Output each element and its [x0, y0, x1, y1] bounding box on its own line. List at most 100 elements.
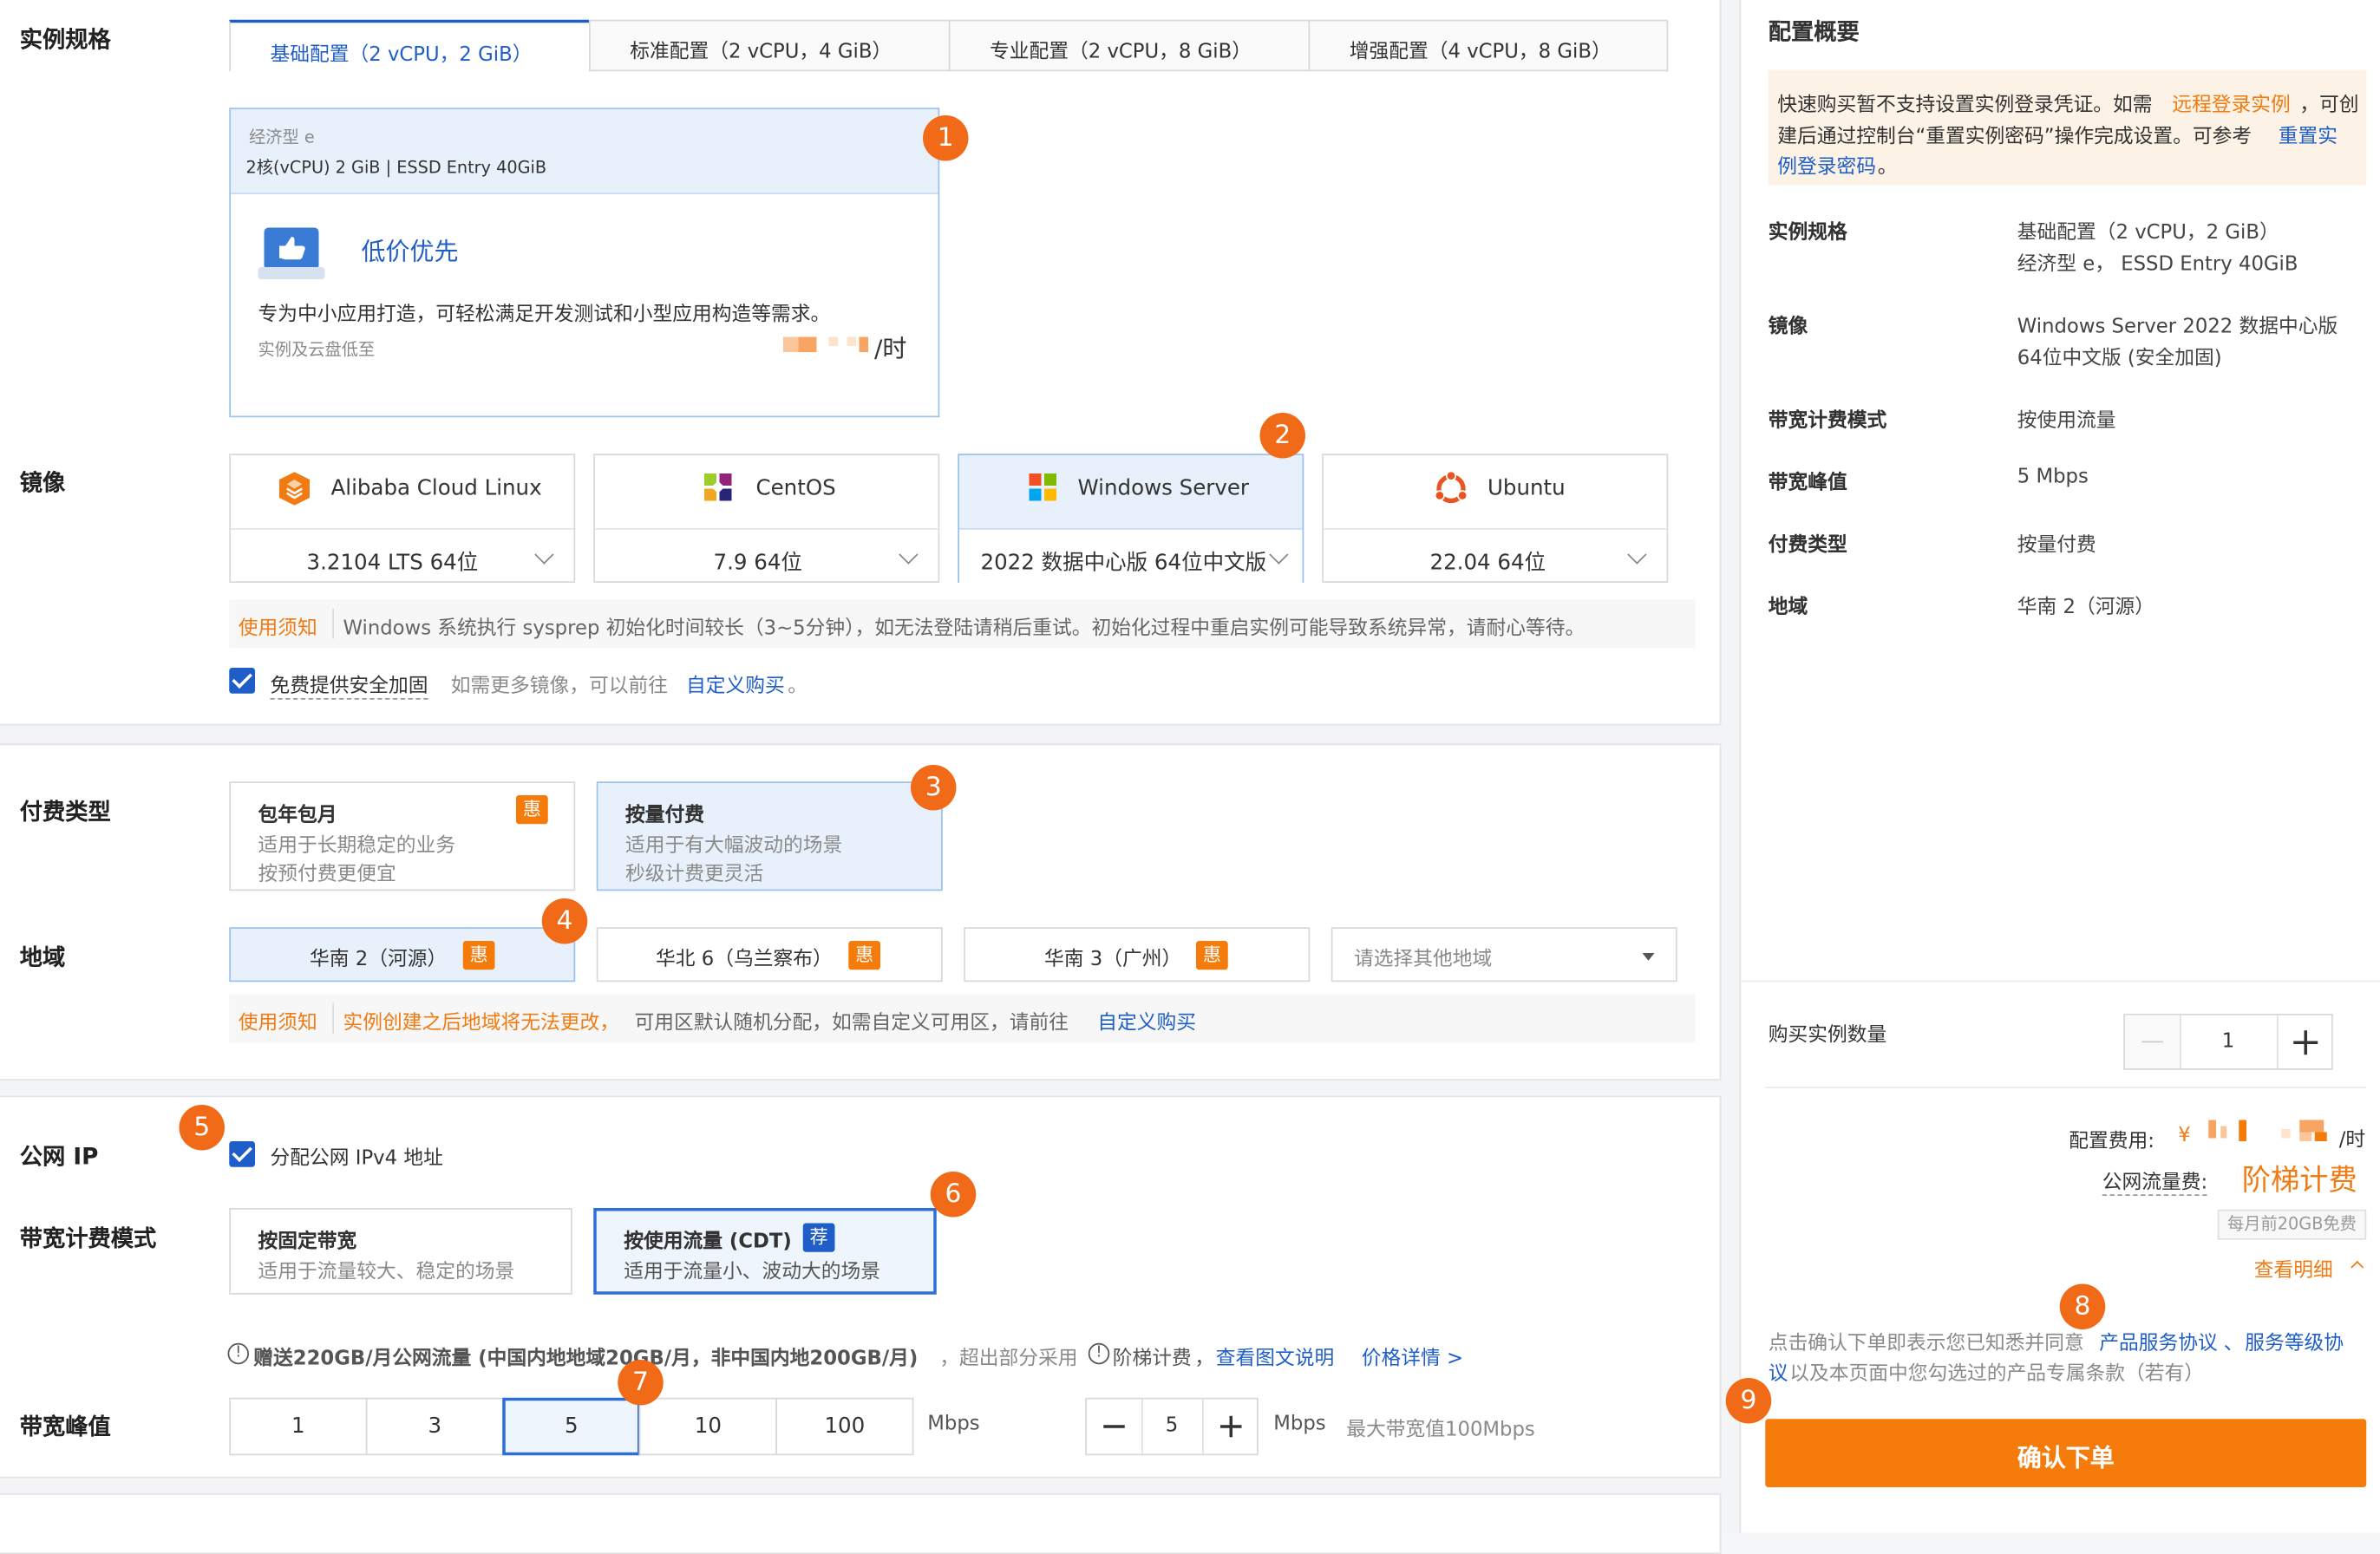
tab-professional[interactable]: 专业配置（2 vCPU，8 GiB）: [949, 20, 1311, 72]
region-name: 华南 3（广州）: [1044, 943, 1181, 971]
centos-icon: [702, 471, 736, 505]
region-option-guangzhou[interactable]: 华南 3（广州） 惠: [964, 927, 1310, 982]
tab-enhanced[interactable]: 增强配置（4 vCPU，8 GiB）: [1309, 20, 1669, 72]
step-marker-3: 3: [911, 765, 957, 811]
blurred-price: [783, 337, 868, 353]
traffic-fee-value: 阶梯计费: [2242, 1158, 2357, 1198]
recommend-badge: 荐: [803, 1224, 835, 1252]
custom-purchase-link[interactable]: 自定义购买: [1097, 1006, 1196, 1035]
caret-down-icon[interactable]: [1643, 953, 1655, 961]
notice-tag: 使用须知: [239, 611, 317, 640]
region-placeholder: 请选择其他地域: [1354, 943, 1492, 971]
bw-mode-title: 按使用流量 (CDT): [624, 1224, 792, 1253]
next-panel: [0, 1493, 1722, 1554]
peak-option-3[interactable]: 3: [366, 1398, 504, 1456]
peak-stepper-value[interactable]: 5: [1141, 1414, 1202, 1437]
step-marker-7: 7: [618, 1360, 664, 1406]
billing-pay-as-you-go[interactable]: 按量付费 适用于有大幅波动的场景 秒级计费更灵活: [597, 781, 943, 891]
spec-card-unit: /时: [874, 328, 906, 364]
image-version-select[interactable]: 2022 数据中心版 64位中文版: [981, 546, 1267, 577]
billing-subscription[interactable]: 包年包月 适用于长期稳定的业务 按预付费更便宜 惠: [229, 781, 575, 891]
peak-option-10[interactable]: 10: [639, 1398, 777, 1456]
security-checkbox[interactable]: [229, 668, 255, 694]
spec-card-note: 实例及云盘低至: [258, 337, 376, 362]
discount-badge: 惠: [1196, 941, 1228, 970]
plus-button[interactable]: [1202, 1400, 1259, 1454]
image-version-select[interactable]: 22.04 64位: [1430, 546, 1546, 577]
peak-stepper[interactable]: 5: [1085, 1398, 1259, 1456]
peak-value: 100: [777, 1414, 912, 1439]
sla-link-2[interactable]: 议: [1769, 1357, 1788, 1386]
discount-badge: 惠: [516, 795, 548, 824]
image-version-select[interactable]: 3.2104 LTS 64位: [307, 546, 479, 577]
chevron-down-icon[interactable]: [1627, 545, 1646, 564]
peak-option-1[interactable]: 1: [229, 1398, 367, 1456]
confirm-order-label: 确认下单: [1765, 1437, 2366, 1473]
peak-value: 10: [641, 1414, 776, 1439]
tab-basic[interactable]: 基础配置（2 vCPU，2 GiB）: [229, 20, 591, 72]
ubuntu-icon: [1433, 471, 1469, 507]
billing-desc: 适用于有大幅波动的场景: [625, 829, 842, 858]
image-option-alinux[interactable]: Alibaba Cloud Linux 3.2104 LTS 64位: [229, 454, 575, 583]
qty-minus-button[interactable]: [2125, 1015, 2181, 1068]
region-option-heyuan[interactable]: 华南 2（河源） 惠: [229, 927, 575, 982]
view-detail-link[interactable]: 查看明细: [2254, 1254, 2333, 1283]
billing-title: 包年包月: [258, 799, 337, 827]
view-illustration-link[interactable]: 查看图文说明: [1216, 1342, 1335, 1370]
tab-label: 增强配置（4 vCPU，8 GiB）: [1350, 35, 1612, 63]
spec-card[interactable]: 经济型 e 2核(vCPU) 2 GiB | ESSD Entry 40GiB …: [229, 108, 939, 417]
billing-label: 付费类型: [20, 795, 111, 827]
summary-warning: 快速购买暂不支持设置实例登录凭证。如需 远程登录实例 ，可创 建后通过控制台“重…: [1769, 70, 2367, 186]
remote-login-link[interactable]: 远程登录实例: [2172, 88, 2291, 117]
image-option-ubuntu[interactable]: Ubuntu 22.04 64位: [1322, 454, 1668, 583]
region-name: 华南 2（河源）: [310, 943, 447, 971]
minus-button[interactable]: [1087, 1400, 1143, 1454]
step-marker-6: 6: [931, 1172, 977, 1218]
network-panel: 公网 IP 分配公网 IPv4 地址 带宽计费模式 按固定带宽 适用于流量较大、…: [0, 1096, 1722, 1479]
tab-label: 标准配置（2 vCPU，4 GiB）: [630, 35, 892, 63]
chevron-up-icon[interactable]: [2351, 1261, 2364, 1274]
info-icon: !: [1089, 1343, 1110, 1365]
region-select[interactable]: 请选择其他地域: [1331, 927, 1677, 982]
billing-desc: 适用于长期稳定的业务: [258, 829, 456, 858]
step-marker-4: 4: [542, 898, 588, 944]
alibaba-cloud-icon: [277, 471, 313, 507]
tab-standard[interactable]: 标准配置（2 vCPU，4 GiB）: [589, 20, 951, 72]
public-ip-checkbox[interactable]: [229, 1141, 255, 1167]
qty-plus-button[interactable]: [2277, 1015, 2333, 1068]
sla-link[interactable]: 服务等级协: [2245, 1327, 2344, 1355]
peak-option-5[interactable]: 5: [502, 1398, 640, 1456]
qty-stepper[interactable]: 1: [2123, 1014, 2333, 1070]
qty-value[interactable]: 1: [2180, 1030, 2277, 1053]
more-images-text: 如需更多镜像，可以前往: [451, 669, 668, 698]
spec-card-detail: 2核(vCPU) 2 GiB | ESSD Entry 40GiB: [246, 155, 547, 180]
region-option-ulanqab[interactable]: 华北 6（乌兰察布） 惠: [597, 927, 943, 982]
peak-option-100[interactable]: 100: [775, 1398, 913, 1456]
qty-label: 购买实例数量: [1769, 1018, 1887, 1047]
reset-password-link-2[interactable]: 例登录密码: [1777, 150, 1876, 179]
reset-password-link[interactable]: 重置实: [2279, 120, 2338, 148]
spec-card-desc: 专为中小应用打造，可轻松满足开发测试和小型应用构造等需求。: [258, 297, 831, 326]
public-ip-label: 公网 IP: [20, 1139, 99, 1172]
chevron-down-icon[interactable]: [899, 545, 918, 564]
confirm-order-button[interactable]: 确认下单: [1765, 1419, 2366, 1487]
image-version-select[interactable]: 7.9 64位: [714, 546, 802, 577]
bw-mode-fixed[interactable]: 按固定带宽 适用于流量较大、稳定的场景: [229, 1208, 572, 1295]
bw-mode-cdt[interactable]: 按使用流量 (CDT) 荐 适用于流量小、波动大的场景: [593, 1208, 937, 1295]
public-ip-check-label: 分配公网 IPv4 地址: [271, 1141, 443, 1170]
image-option-windows[interactable]: Windows Server 2022 数据中心版 64位中文版: [958, 454, 1304, 583]
fee-currency: ¥: [2178, 1125, 2190, 1147]
agreement-text: 点击确认下单即表示您已知悉并同意: [1769, 1327, 2084, 1355]
custom-purchase-link[interactable]: 自定义购买: [686, 669, 785, 698]
max-bw-text: 最大带宽值100Mbps: [1346, 1413, 1535, 1441]
chevron-down-icon[interactable]: [534, 545, 553, 564]
price-detail-link[interactable]: 价格详情 >: [1362, 1342, 1463, 1370]
bw-mode-desc: 适用于流量小、波动大的场景: [624, 1255, 880, 1283]
summary-key: 带宽峰值: [1769, 466, 1847, 494]
image-option-centos[interactable]: CentOS 7.9 64位: [593, 454, 939, 583]
service-agreement-link[interactable]: 产品服务协议: [2099, 1327, 2218, 1355]
info-icon: !: [228, 1343, 250, 1365]
summary-title: 配置概要: [1769, 16, 1860, 48]
billing-region-panel: 付费类型 包年包月 适用于长期稳定的业务 按预付费更便宜 惠 按量付费 适用于有…: [0, 744, 1722, 1081]
blurred-fee: [2202, 1117, 2336, 1145]
